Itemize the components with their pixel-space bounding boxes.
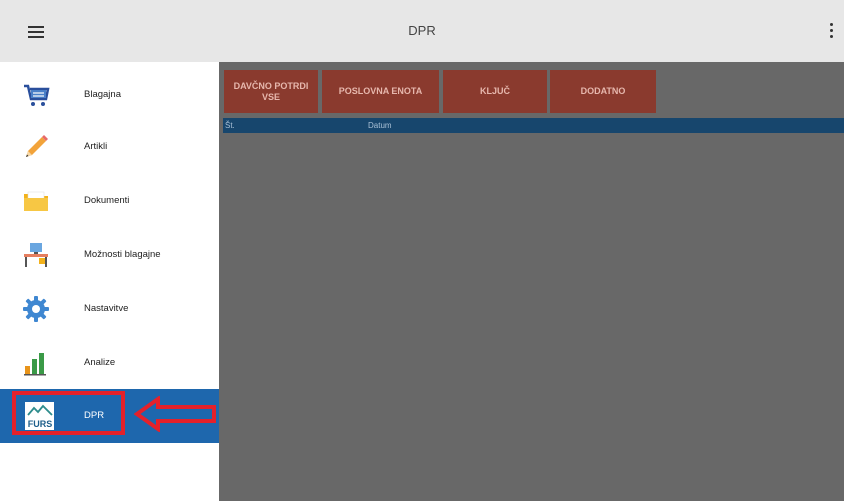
davcno-potrdi-vse-button[interactable]: DAVČNO POTRDI VSE (224, 70, 318, 113)
nav-item-label: Dokumenti (84, 195, 130, 206)
kljuc-button[interactable]: KLJUČ (443, 70, 547, 113)
table-header: Št. Datum (223, 118, 844, 133)
annotation-arrow-icon (134, 396, 216, 432)
column-header-datum[interactable]: Datum (368, 121, 392, 130)
page-title: DPR (408, 23, 436, 38)
nav-item-dokumenti[interactable]: Dokumenti (0, 174, 219, 228)
pencil-icon (26, 135, 48, 157)
overflow-menu-icon[interactable] (826, 23, 836, 41)
main-content: DAVČNO POTRDI VSE POSLOVNA ENOTA KLJUČ D… (219, 62, 844, 501)
nav-item-artikli[interactable]: Artikli (0, 120, 219, 174)
bar-chart-icon (24, 353, 46, 376)
nav-item-label: Nastavitve (84, 303, 129, 314)
nav-item-label: Možnosti blagajne (84, 249, 161, 260)
app-bar: DPR (0, 0, 844, 63)
dodatno-button[interactable]: DODATNO (550, 70, 656, 113)
navigation-drawer: Blagajna Artikli Dokumenti Možnosti blag… (0, 62, 219, 501)
nav-item-moznosti-blagajne[interactable]: Možnosti blagajne (0, 228, 219, 282)
nav-item-label: Blagajna (84, 89, 121, 100)
column-header-st[interactable]: Št. (225, 121, 235, 130)
desk-icon (24, 243, 48, 267)
folder-icon (24, 191, 48, 211)
nav-item-label: Artikli (84, 141, 108, 152)
gear-icon (23, 296, 49, 322)
nav-item-nastavitve[interactable]: Nastavitve (0, 282, 219, 336)
annotation-highlight-box (12, 391, 125, 435)
nav-item-blagajna[interactable]: Blagajna (0, 68, 219, 122)
cart-icon (24, 84, 50, 106)
nav-item-analize[interactable]: Analize (0, 336, 219, 390)
nav-item-label: Analize (84, 357, 116, 368)
poslovna-enota-button[interactable]: POSLOVNA ENOTA (322, 70, 439, 113)
